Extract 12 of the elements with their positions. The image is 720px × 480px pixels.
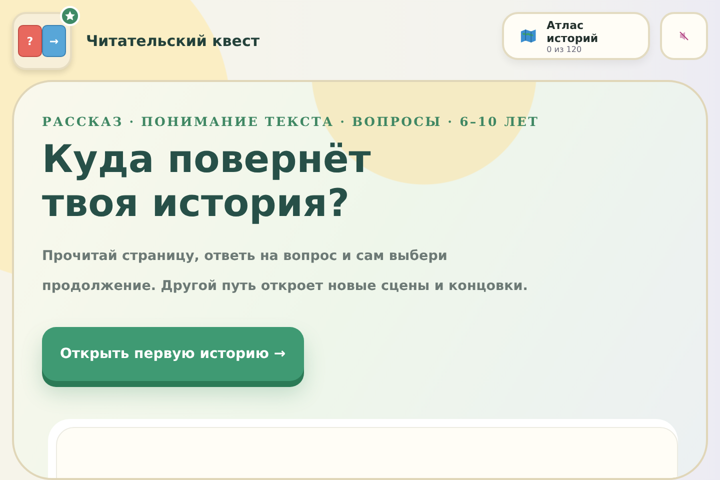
- arrow-tile: →: [42, 25, 66, 57]
- category-kicker: РАССКАЗ · ПОНИМАНИЕ ТЕКСТА · ВОПРОСЫ · 6–10 ЛЕТ: [42, 114, 540, 130]
- atlas-button[interactable]: Атлас историй 0 из 120: [502, 12, 650, 60]
- atlas-label: Атлас историй: [546, 18, 600, 44]
- star-badge-icon: [60, 6, 80, 26]
- atlas-count: 0 из 120: [546, 44, 583, 54]
- app-title: Читательский квест: [86, 32, 260, 50]
- question-tile: ?: [18, 25, 42, 57]
- hero-heading: Куда повернёт твоя история?: [42, 137, 372, 226]
- hero-description: Прочитай страницу, ответь на вопрос и сам выбери продолжение. Другой путь откроет новые сцены и концовки.: [42, 247, 529, 296]
- sound-toggle[interactable]: [660, 12, 708, 60]
- map-icon: [520, 28, 537, 44]
